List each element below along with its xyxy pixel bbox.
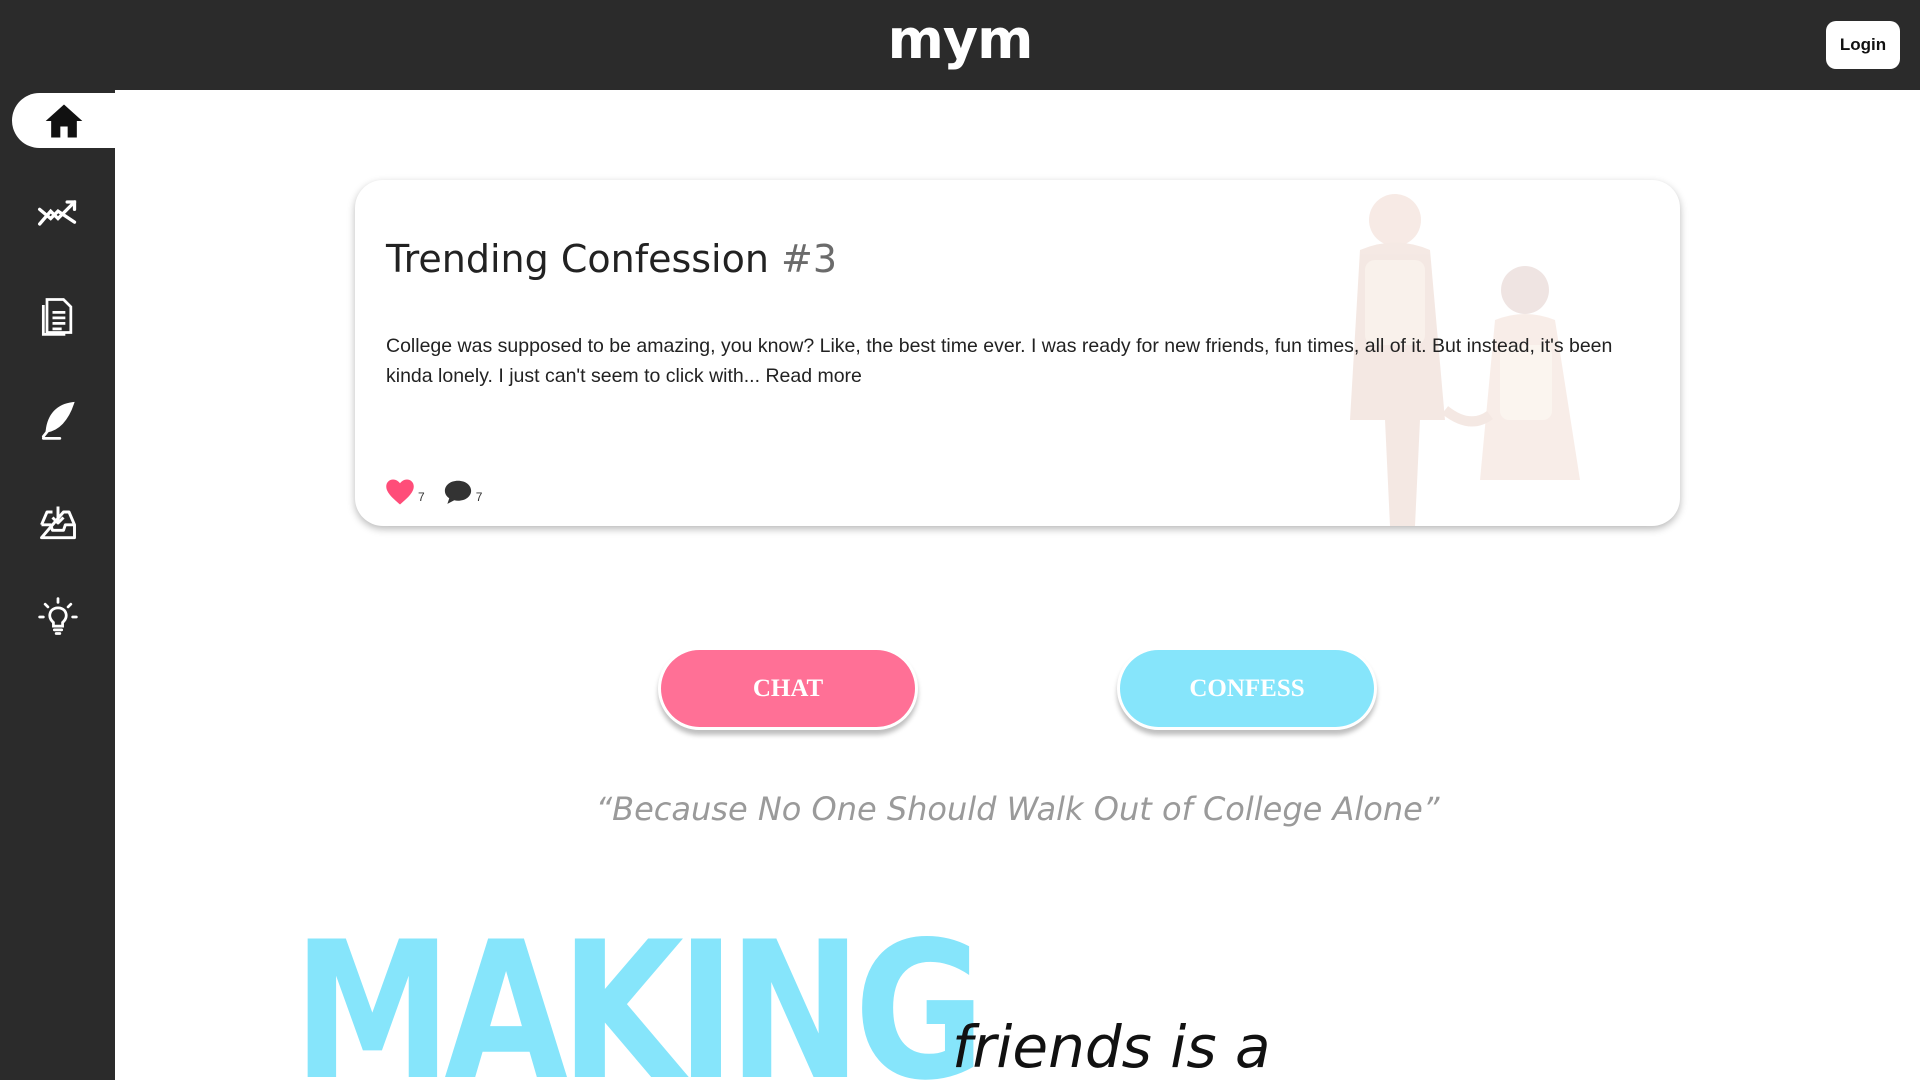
sidebar-item-ideas[interactable] [0, 587, 115, 647]
comment-button[interactable]: 7 [443, 478, 483, 506]
hero-small-text: friends is a [952, 1013, 1271, 1080]
sidebar-item-inbox[interactable] [0, 493, 115, 553]
like-button[interactable]: 7 [385, 478, 425, 506]
confession-excerpt: College was supposed to be amazing, you … [386, 331, 1636, 391]
card-title-text: Trending Confession [386, 237, 769, 281]
trending-confession-card[interactable]: Trending Confession #3 College was suppo… [355, 180, 1680, 526]
comment-count: 7 [475, 490, 483, 504]
card-stats: 7 7 [385, 478, 500, 506]
tagline: “Because No One Should Walk Out of Colle… [595, 790, 1440, 828]
confession-number: #3 [781, 237, 838, 281]
confession-text: College was supposed to be amazing, you … [386, 335, 1613, 387]
heart-icon [386, 479, 414, 505]
card-title: Trending Confession #3 [386, 237, 837, 281]
chat-button[interactable]: CHAT [658, 647, 918, 730]
sidebar [0, 90, 115, 1080]
login-button[interactable]: Login [1826, 21, 1900, 69]
home-icon [45, 104, 82, 137]
sidebar-item-documents[interactable] [0, 286, 115, 346]
lightbulb-icon [37, 597, 78, 635]
sidebar-item-trending[interactable] [0, 183, 115, 243]
comment-icon [444, 480, 471, 504]
sidebar-item-write[interactable] [0, 390, 115, 450]
confess-button[interactable]: CONFESS [1117, 647, 1377, 730]
inbox-download-icon [39, 506, 76, 540]
document-icon [41, 298, 72, 336]
top-bar: mym Login [0, 0, 1920, 90]
sidebar-item-home[interactable] [12, 93, 115, 148]
mym-logo[interactable]: mym [888, 10, 1034, 70]
trending-icon [37, 200, 76, 226]
hero-big-word: MAKING [293, 901, 985, 1080]
like-count: 7 [418, 490, 425, 504]
read-more-link[interactable]: Read more [765, 365, 861, 387]
feather-icon [41, 401, 75, 440]
